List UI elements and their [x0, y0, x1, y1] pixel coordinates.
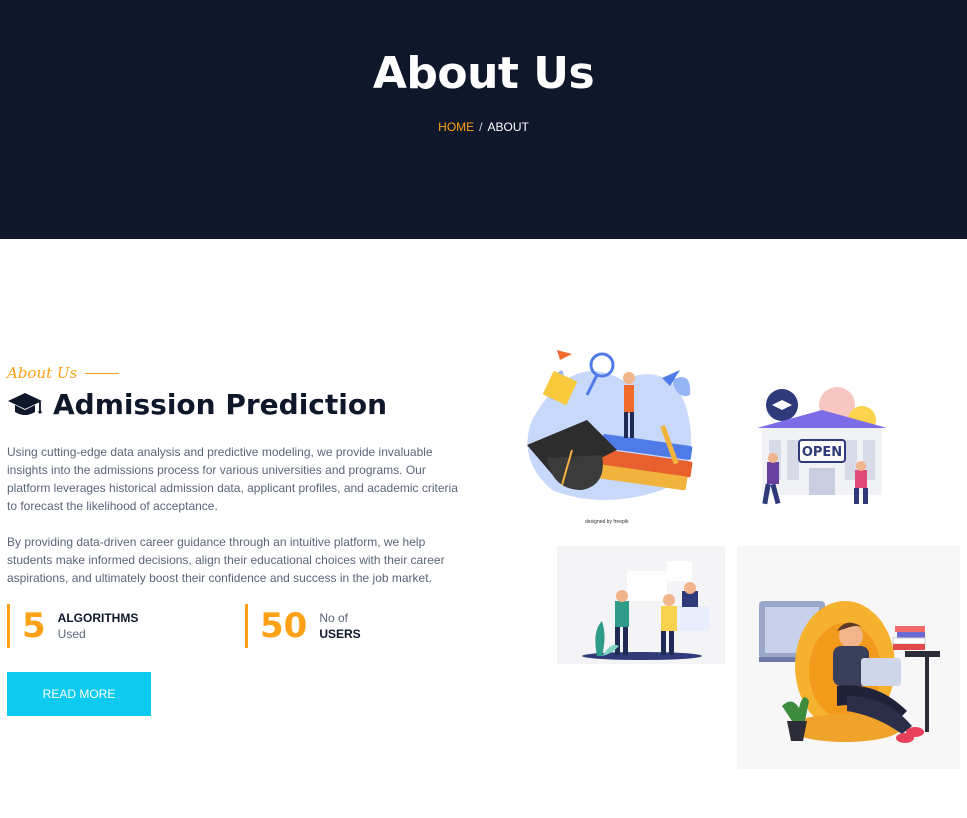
- section-eyebrow: About Us: [7, 364, 120, 382]
- section-title: Admission Prediction: [53, 388, 388, 421]
- stat-algorithms: 5 ALGORITHMS Used: [7, 604, 237, 648]
- breadcrumb: HOME / ABOUT: [0, 120, 967, 134]
- breadcrumb-current: ABOUT: [487, 120, 529, 134]
- page-title: About Us: [372, 48, 595, 99]
- breadcrumb-home-link[interactable]: HOME: [438, 120, 474, 134]
- open-sign-text: OPEN: [802, 445, 842, 460]
- image-credit: designed by freepik: [585, 519, 629, 525]
- stat-label-top: No of: [319, 611, 349, 625]
- stat-label-bold: USERS: [319, 627, 361, 641]
- stat-users: 50 No of USERS: [245, 604, 475, 648]
- stat-label-bold: ALGORITHMS: [57, 611, 139, 625]
- stat-label-sub: Used: [57, 627, 86, 641]
- breadcrumb-separator: /: [479, 120, 483, 134]
- read-more-button[interactable]: READ MORE: [7, 672, 151, 716]
- page-header: About Us HOME / ABOUT: [0, 0, 967, 239]
- graduation-cap-icon: [8, 392, 42, 415]
- career-guidance-illustration: [557, 546, 725, 664]
- about-paragraph-2: By providing data-driven career guidance…: [7, 535, 445, 585]
- student-laptop-illustration: [737, 546, 960, 769]
- stat-value: 5: [22, 606, 46, 646]
- section-eyebrow-text: About Us: [7, 364, 78, 382]
- stat-value: 50: [260, 606, 308, 646]
- graduation-books-illustration: [512, 340, 712, 530]
- university-open-illustration: OPEN: [747, 380, 897, 520]
- section-title-row: Admission Prediction: [7, 388, 387, 421]
- about-paragraph-1: Using cutting-edge data analysis and pre…: [7, 445, 458, 513]
- eyebrow-divider: [85, 372, 120, 374]
